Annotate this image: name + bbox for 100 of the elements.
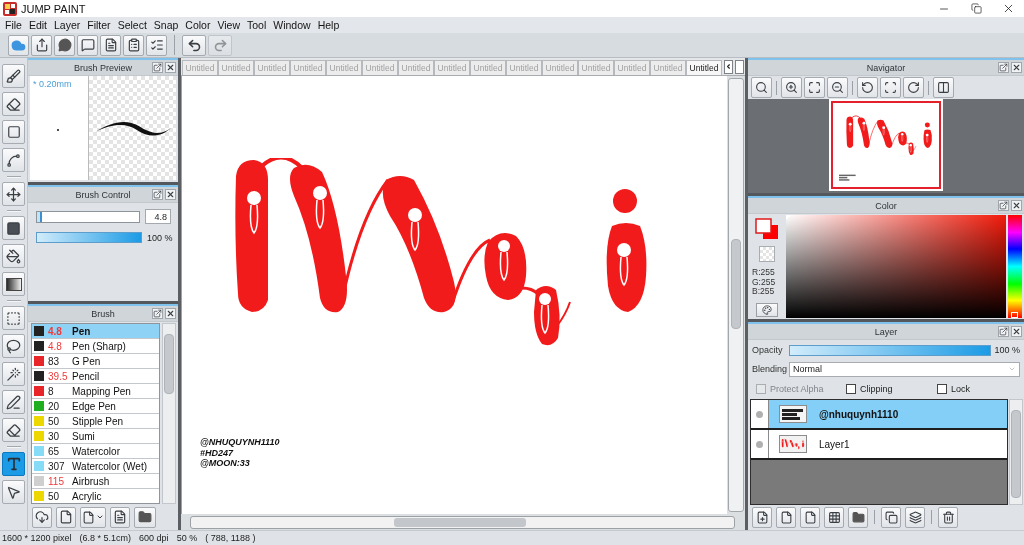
hue-slider-thumb[interactable] — [1011, 312, 1018, 318]
eraser-tool-button[interactable] — [2, 92, 25, 116]
menu-item[interactable]: Edit — [25, 17, 50, 33]
new-folder-button[interactable] — [848, 506, 868, 528]
lasso-tool-button[interactable] — [2, 334, 25, 358]
horizontal-scrollbar[interactable] — [190, 515, 735, 529]
bucket-tool-button[interactable] — [2, 244, 25, 268]
undock-button[interactable] — [998, 62, 1009, 73]
transparent-swatch-icon[interactable] — [759, 246, 775, 262]
vertical-scrollbar[interactable] — [162, 323, 176, 504]
close-panel-button[interactable] — [165, 308, 176, 319]
close-panel-button[interactable] — [165, 189, 176, 200]
checkbox[interactable] — [846, 384, 856, 394]
layer-opacity-slider[interactable] — [789, 344, 992, 356]
clipboard-button[interactable] — [123, 34, 144, 56]
brush-size-field[interactable]: 4.8 — [145, 209, 171, 224]
drawing-canvas[interactable]: @NHUQUYNH1110 #HD247 @MOON:33 — [181, 76, 727, 514]
wand-tool-button[interactable] — [2, 362, 25, 386]
select-pen-tool-button[interactable] — [2, 390, 25, 414]
tab-scroll-right-button[interactable] — [735, 59, 744, 74]
rotate-left-button[interactable] — [857, 77, 878, 98]
select-eraser-tool-button[interactable] — [2, 418, 25, 442]
duplicate-layer-button[interactable] — [881, 506, 901, 528]
undock-button[interactable] — [998, 326, 1009, 337]
fill-tool-button[interactable] — [2, 216, 25, 240]
checklist-button[interactable] — [146, 34, 167, 56]
delete-layer-button[interactable] — [938, 506, 958, 528]
hue-slider[interactable] — [1008, 215, 1022, 318]
visibility-toggle[interactable] — [751, 400, 769, 428]
checkbox[interactable] — [937, 384, 947, 394]
undock-button[interactable] — [152, 62, 163, 73]
brush-item[interactable]: 39.5 Pencil — [32, 369, 159, 384]
new-8bit-layer-button[interactable] — [776, 506, 796, 528]
document-button[interactable] — [100, 34, 121, 56]
fit-button[interactable] — [804, 77, 825, 98]
layer-row[interactable]: Layer1 — [751, 430, 1007, 460]
zoom-out-button[interactable] — [827, 77, 848, 98]
move-tool-button[interactable] — [2, 182, 25, 206]
scrollbar-thumb[interactable] — [394, 517, 526, 527]
brush-item[interactable]: 20 Edge Pen — [32, 399, 159, 414]
undo-button[interactable] — [182, 34, 206, 56]
brush-item[interactable]: 83 G Pen — [32, 354, 159, 369]
brush-item[interactable]: 115 Airbrush — [32, 474, 159, 489]
brush-size-slider[interactable] — [36, 210, 140, 223]
close-panel-button[interactable] — [1011, 200, 1022, 211]
close-panel-button[interactable] — [1011, 62, 1022, 73]
rectangle-tool-button[interactable] — [2, 120, 25, 144]
gradient-tool-button[interactable] — [2, 272, 25, 296]
share-button[interactable] — [31, 34, 52, 56]
vertical-scrollbar[interactable] — [728, 78, 744, 512]
menu-item[interactable]: File — [2, 17, 25, 33]
close-panel-button[interactable] — [165, 62, 176, 73]
new-1bit-layer-button[interactable] — [800, 506, 820, 528]
brush-script-button[interactable] — [110, 506, 130, 528]
picker-marker-icon[interactable] — [786, 215, 790, 219]
new-brush-button[interactable] — [56, 506, 76, 528]
document-tab[interactable]: Untitled — [686, 60, 722, 75]
menu-item[interactable]: Help — [314, 17, 343, 33]
brush-item[interactable]: 4.8 Pen — [32, 324, 159, 339]
brush-opacity-slider[interactable] — [36, 232, 142, 243]
screentone-layer-button[interactable] — [824, 506, 844, 528]
brush-item[interactable]: 8 Mapping Pen — [32, 384, 159, 399]
vertical-scrollbar[interactable] — [1009, 399, 1023, 505]
brush-item[interactable]: 50 Stipple Pen — [32, 414, 159, 429]
tab-scroll-left-button[interactable] — [724, 59, 733, 74]
message-button[interactable] — [77, 34, 98, 56]
rotate-right-button[interactable] — [903, 77, 924, 98]
scrollbar-thumb[interactable] — [731, 239, 741, 329]
layer-row[interactable]: @nhuquynh1110 — [751, 400, 1007, 430]
download-brush-button[interactable] — [32, 506, 52, 528]
menu-item[interactable]: Layer — [51, 17, 84, 33]
menu-item[interactable]: Filter — [84, 17, 114, 33]
saturation-value-picker[interactable] — [786, 215, 1006, 318]
shape-select-tool-button[interactable] — [2, 480, 25, 504]
zoom-in-button[interactable] — [781, 77, 802, 98]
menu-item[interactable]: View — [214, 17, 243, 33]
undock-button[interactable] — [152, 189, 163, 200]
palette-button[interactable] — [756, 302, 778, 317]
rect-select-tool-button[interactable] — [2, 306, 25, 330]
primary-color-swatch-icon[interactable] — [755, 218, 772, 234]
menu-item[interactable]: Window — [270, 17, 314, 33]
blending-dropdown[interactable]: Normal — [789, 361, 1020, 377]
brush-folder-button[interactable] — [134, 506, 156, 528]
scrollbar-thumb[interactable] — [1011, 410, 1021, 498]
flip-button[interactable] — [933, 77, 954, 98]
brush-item[interactable]: 65 Watercolor — [32, 444, 159, 459]
new-layer-button[interactable] — [752, 506, 772, 528]
zoom-actual-button[interactable] — [751, 77, 772, 98]
brush-item[interactable]: 4.8 Pen (Sharp) — [32, 339, 159, 354]
menu-item[interactable]: Tool — [244, 17, 270, 33]
menu-item[interactable]: Select — [114, 17, 150, 33]
comment-button[interactable] — [54, 34, 75, 56]
brush-menu-button[interactable] — [80, 506, 106, 528]
reset-rotation-button[interactable] — [880, 77, 901, 98]
menu-item[interactable]: Snap — [150, 17, 182, 33]
undock-button[interactable] — [152, 308, 163, 319]
undock-button[interactable] — [998, 200, 1009, 211]
brush-item[interactable]: 30 Sumi — [32, 429, 159, 444]
menu-item[interactable]: Color — [182, 17, 214, 33]
line-tool-button[interactable] — [2, 148, 25, 172]
